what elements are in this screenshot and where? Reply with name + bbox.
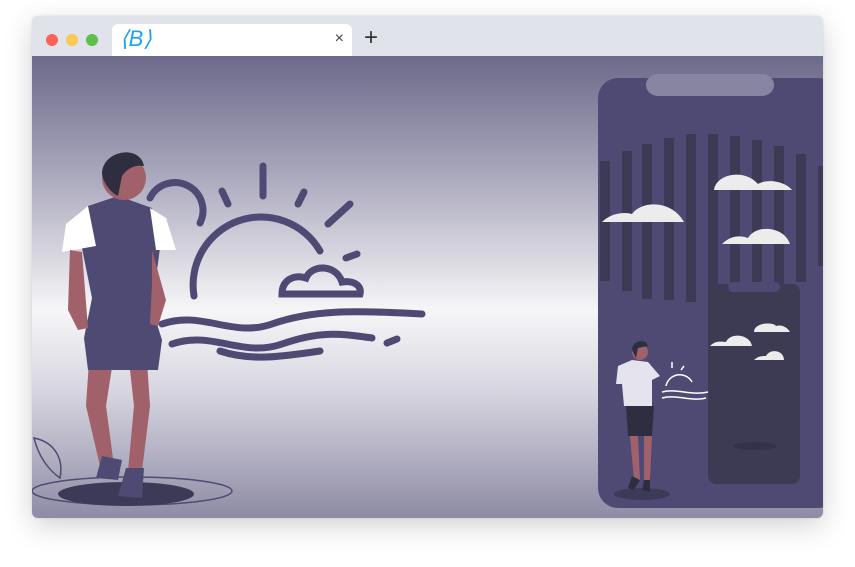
tab-bar: ⟨B⟩ × + (32, 16, 823, 56)
site-logo-icon: ⟨B⟩ (120, 26, 152, 51)
close-tab-button[interactable]: × (335, 30, 344, 48)
new-tab-button[interactable]: + (364, 24, 378, 52)
maximize-window-button[interactable] (86, 34, 98, 46)
browser-window: ⟨B⟩ × + (32, 16, 823, 518)
sunset-icon (146, 162, 426, 361)
page-content (32, 56, 823, 518)
minimize-window-button[interactable] (66, 34, 78, 46)
browser-tab[interactable]: ⟨B⟩ × (112, 24, 352, 56)
hero-illustration (32, 74, 823, 508)
phone-mockup (598, 74, 823, 508)
close-window-button[interactable] (46, 34, 58, 46)
